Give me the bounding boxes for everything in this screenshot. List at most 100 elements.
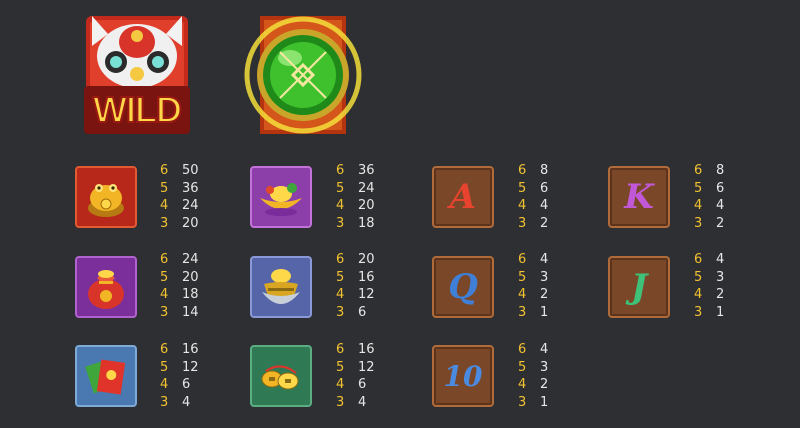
payout-row: 4 12: [336, 286, 392, 304]
gold-ingot-boat-icon: [260, 183, 302, 216]
coins-payouts: 6 16 5 12 46 34: [336, 341, 392, 411]
payout-row: 6 16: [160, 341, 216, 359]
match-count: 6: [160, 163, 169, 178]
payout-value: 6: [716, 180, 725, 196]
payout-row: 6 36: [336, 162, 392, 180]
payout-value: 20: [358, 198, 375, 213]
match-count: 3: [160, 304, 169, 320]
payout-value: 2: [716, 215, 725, 231]
payout-row: 44: [518, 197, 574, 215]
payout-row: 5 36: [160, 180, 216, 198]
match-count: 4: [694, 198, 703, 213]
payout-value: 2: [540, 287, 549, 302]
payout-row: 46: [336, 376, 392, 394]
payout-value: 6: [358, 304, 367, 320]
payout-value: 24: [182, 198, 199, 213]
jade-orb-icon: [244, 16, 362, 134]
letter-k-symbol: K: [608, 166, 670, 228]
payout-value: 4: [716, 252, 725, 267]
match-count: 6: [160, 342, 169, 357]
letter-q-payouts: 64 53 42 31: [518, 251, 574, 321]
payout-row: 34: [160, 394, 216, 412]
match-count: 6: [336, 342, 345, 357]
match-count: 6: [518, 163, 527, 178]
payout-row: 3 18: [336, 215, 392, 233]
payout-row: 3 20: [160, 215, 216, 233]
match-count: 3: [518, 394, 527, 410]
match-count: 4: [518, 287, 527, 302]
match-count: 6: [336, 252, 345, 267]
gold-ingot-boat-symbol: [250, 166, 312, 228]
payout-row: 64: [518, 251, 574, 269]
letter-j-symbol: J: [608, 256, 670, 318]
match-count: 6: [694, 163, 703, 178]
payout-row: 36: [336, 304, 392, 322]
payout-value: 4: [540, 198, 549, 213]
match-count: 4: [518, 198, 527, 213]
match-count: 4: [336, 198, 345, 213]
gold-ingot-bowl-symbol: [250, 256, 312, 318]
payout-row: 31: [694, 304, 750, 322]
match-count: 4: [336, 377, 345, 392]
payout-row: 64: [518, 341, 574, 359]
red-envelope-symbol: [75, 345, 137, 407]
payout-value: 1: [716, 304, 725, 320]
payout-row: 44: [694, 197, 750, 215]
match-count: 3: [160, 394, 169, 410]
payout-row: 4 20: [336, 197, 392, 215]
lucky-bag-icon: [88, 270, 124, 309]
payout-row: 64: [694, 251, 750, 269]
payout-value: 2: [540, 377, 549, 392]
payout-row: 5 12: [336, 359, 392, 377]
match-count: 6: [518, 342, 527, 357]
golden-toad-symbol: [75, 166, 137, 228]
letter-j-payouts: 64 53 42 31: [694, 251, 750, 321]
match-count: 4: [336, 287, 345, 302]
scatter-symbol: [240, 12, 366, 138]
payout-value: 20: [182, 215, 199, 231]
payout-value: 1: [540, 394, 549, 410]
golden-toad-payouts: 6 50 5 36 4 24 3 20: [160, 162, 216, 232]
payout-value: 3: [540, 269, 549, 285]
payout-value: 3: [540, 359, 549, 375]
match-count: 3: [518, 215, 527, 231]
gold-ingot-boat-payouts: 6 36 5 24 4 20 3 18: [336, 162, 392, 232]
payout-row: 6 16: [336, 341, 392, 359]
payout-row: 6 24: [160, 251, 216, 269]
payout-row: 53: [518, 359, 574, 377]
payout-row: 5 12: [160, 359, 216, 377]
payout-value: 20: [182, 269, 199, 285]
match-count: 6: [694, 252, 703, 267]
payout-row: 5 16: [336, 269, 392, 287]
match-count: 6: [518, 252, 527, 267]
match-count: 3: [160, 215, 169, 231]
letter-k-icon: K: [624, 177, 654, 217]
payout-row: 68: [518, 162, 574, 180]
payout-value: 12: [358, 287, 375, 302]
payout-value: 16: [358, 269, 375, 285]
match-count: 5: [694, 180, 703, 196]
coins-symbol: [250, 345, 312, 407]
payout-value: 4: [716, 198, 725, 213]
match-count: 5: [160, 269, 169, 285]
gold-ingot-bowl-icon: [262, 269, 300, 304]
match-count: 5: [694, 269, 703, 285]
payout-row: 68: [694, 162, 750, 180]
payout-value: 36: [182, 180, 199, 196]
match-count: 4: [160, 377, 169, 392]
letter-j-icon: J: [630, 267, 648, 307]
payout-value: 50: [182, 163, 199, 178]
payout-row: 5 24: [336, 180, 392, 198]
payout-value: 4: [540, 252, 549, 267]
letter-q-icon: Q: [448, 267, 478, 307]
payout-value: 1: [540, 304, 549, 320]
payout-value: 12: [182, 359, 199, 375]
payout-value: 2: [716, 287, 725, 302]
number-10-payouts: 64 53 42 31: [518, 341, 574, 411]
match-count: 5: [518, 269, 527, 285]
payout-row: 3 14: [160, 304, 216, 322]
match-count: 3: [694, 215, 703, 231]
match-count: 6: [160, 252, 169, 267]
payout-row: 5 20: [160, 269, 216, 287]
letter-q-symbol: Q: [432, 256, 494, 318]
